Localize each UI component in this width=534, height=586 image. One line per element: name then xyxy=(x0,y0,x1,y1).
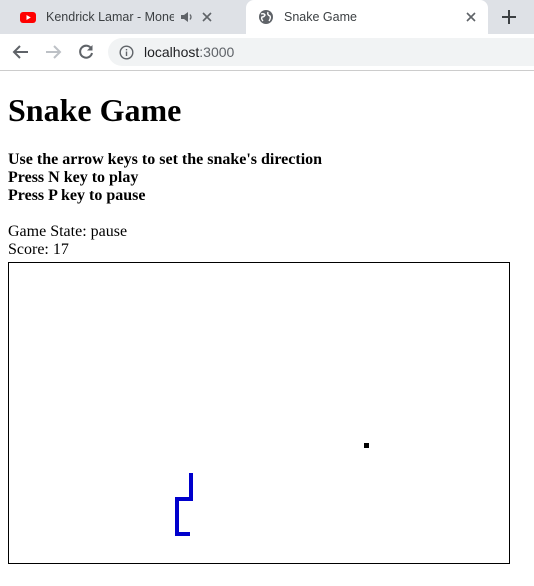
score-value: 17 xyxy=(52,241,69,258)
page-content: Snake Game Use the arrow keys to set the… xyxy=(8,71,528,564)
close-tab-icon[interactable] xyxy=(466,12,476,22)
tab-youtube[interactable]: Kendrick Lamar - Money Trees xyxy=(8,0,246,34)
instruction-pause: Press P key to pause xyxy=(8,187,146,204)
tab-title: Snake Game xyxy=(284,10,357,24)
food-pellet xyxy=(364,443,369,448)
score-line: Score: 17 xyxy=(8,241,528,259)
game-status: Game State: pause Score: 17 xyxy=(8,223,528,259)
instruction-direction: Use the arrow keys to set the snake's di… xyxy=(8,151,323,168)
address-bar[interactable]: localhost:3000 xyxy=(108,38,534,66)
new-tab-icon[interactable] xyxy=(500,8,518,26)
score-label: Score: xyxy=(8,241,53,258)
tab-strip: Kendrick Lamar - Money Trees Snake Game xyxy=(0,0,534,34)
youtube-icon xyxy=(20,12,36,23)
instructions: Use the arrow keys to set the snake's di… xyxy=(8,151,528,205)
globe-icon xyxy=(259,10,273,24)
game-canvas xyxy=(175,443,369,536)
close-tab-icon[interactable] xyxy=(202,12,212,22)
game-state-value: pause xyxy=(90,223,128,240)
back-arrow-icon[interactable] xyxy=(12,43,30,61)
tab-snake-game[interactable]: Snake Game xyxy=(246,0,488,34)
url-port: :3000 xyxy=(199,44,235,60)
tab-title: Kendrick Lamar - Money Trees xyxy=(46,10,174,24)
info-icon[interactable] xyxy=(119,44,134,60)
page-title: Snake Game xyxy=(8,92,182,128)
url-host: localhost xyxy=(144,44,200,60)
speaker-icon[interactable] xyxy=(180,10,194,24)
instruction-play: Press N key to play xyxy=(8,169,139,186)
browser-toolbar: localhost:3000 xyxy=(0,34,534,71)
game-state-label: Game State: xyxy=(8,223,91,240)
forward-arrow-icon[interactable] xyxy=(44,43,62,61)
game-board[interactable] xyxy=(8,262,510,564)
snake xyxy=(175,473,193,536)
game-state-line: Game State: pause xyxy=(8,223,528,241)
reload-icon[interactable] xyxy=(77,43,95,61)
